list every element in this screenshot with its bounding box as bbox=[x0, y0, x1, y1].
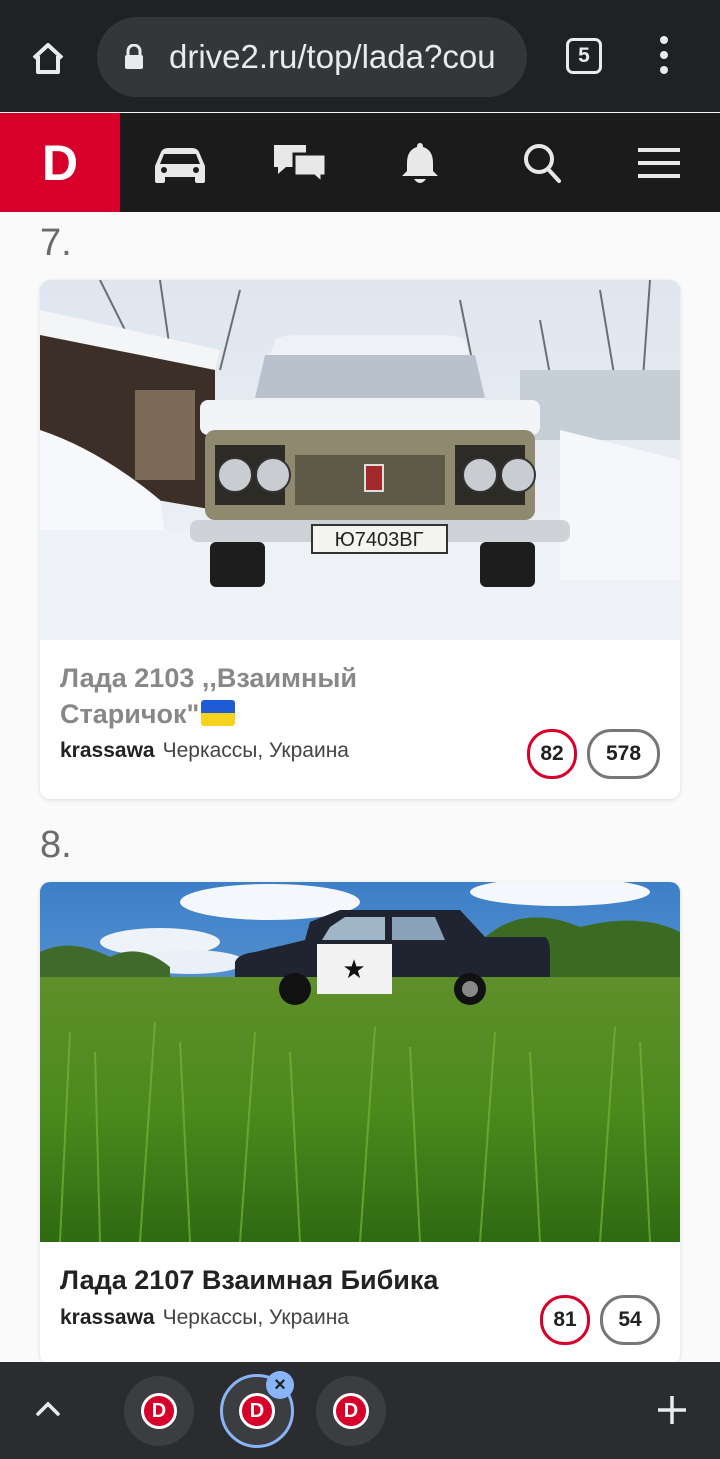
tab-strip: D D D bbox=[0, 1362, 720, 1459]
search-icon[interactable] bbox=[520, 141, 564, 185]
add-tab-icon[interactable] bbox=[654, 1392, 690, 1428]
drive2-favicon-icon: D bbox=[333, 1393, 369, 1429]
list-item[interactable]: ★ Лада 2107 Взаимная Бибика krassawa Черк… bbox=[40, 882, 680, 1364]
home-icon[interactable] bbox=[22, 34, 74, 82]
chevron-up-icon[interactable] bbox=[30, 1392, 66, 1428]
tab-thumbnail[interactable]: D bbox=[316, 1376, 386, 1446]
car-photo[interactable]: Ю7403ВГ bbox=[40, 280, 680, 640]
car-icon[interactable] bbox=[150, 141, 210, 185]
ukraine-flag-icon bbox=[201, 700, 236, 726]
chat-icon[interactable] bbox=[272, 141, 328, 185]
rank-number: 8. bbox=[40, 824, 72, 866]
site-logo-letter: D bbox=[41, 134, 79, 191]
tab-thumbnail[interactable]: D bbox=[124, 1376, 194, 1446]
entry-title-line[interactable]: Старичок" bbox=[60, 699, 199, 729]
entry-title[interactable]: Лада 2103 ,,Взаимный Старичок" bbox=[60, 660, 357, 732]
overflow-menu-icon[interactable] bbox=[650, 36, 678, 78]
car-photo[interactable]: ★ bbox=[40, 882, 680, 1242]
top-list: 7. Ю7403ВГ Лада 2103 ,,Взаимный Старичок… bbox=[0, 212, 720, 1364]
count-badge: 578 bbox=[587, 729, 660, 779]
hamburger-icon[interactable] bbox=[636, 141, 682, 185]
author-line: krassawa Черкассы, Украина bbox=[60, 1306, 349, 1330]
svg-text:★: ★ bbox=[342, 955, 365, 985]
author-link[interactable]: krassawa bbox=[60, 739, 155, 762]
author-location: Черкассы, Украина bbox=[162, 1306, 349, 1329]
site-nav: D bbox=[0, 113, 720, 212]
drive2-favicon-icon: D bbox=[239, 1393, 275, 1429]
entry-title-line[interactable]: Лада 2103 ,,Взаимный bbox=[60, 663, 357, 693]
score-badge: 82 bbox=[527, 729, 577, 779]
url-text[interactable]: drive2.ru/top/lada?cou bbox=[169, 37, 514, 77]
author-line: krassawa Черкассы, Украина bbox=[60, 739, 349, 763]
close-tab-icon[interactable]: × bbox=[266, 1371, 294, 1399]
author-location: Черкассы, Украина bbox=[162, 739, 349, 762]
entry-title[interactable]: Лада 2107 Взаимная Бибика bbox=[60, 1262, 438, 1298]
bell-icon[interactable] bbox=[400, 141, 440, 185]
lock-icon bbox=[123, 43, 145, 70]
list-item[interactable]: Ю7403ВГ Лада 2103 ,,Взаимный Старичок" k… bbox=[40, 280, 680, 799]
site-logo[interactable]: D bbox=[0, 113, 120, 212]
score-badge: 81 bbox=[540, 1295, 590, 1345]
svg-text:Ю7403ВГ: Ю7403ВГ bbox=[335, 529, 424, 551]
count-badge: 54 bbox=[600, 1295, 660, 1345]
browser-toolbar: drive2.ru/top/lada?cou 5 bbox=[0, 0, 720, 112]
address-bar[interactable]: drive2.ru/top/lada?cou bbox=[97, 17, 527, 97]
drive2-favicon-icon: D bbox=[141, 1393, 177, 1429]
author-link[interactable]: krassawa bbox=[60, 1306, 155, 1329]
rank-number: 7. bbox=[40, 222, 72, 264]
tab-switcher-button[interactable]: 5 bbox=[566, 38, 602, 74]
